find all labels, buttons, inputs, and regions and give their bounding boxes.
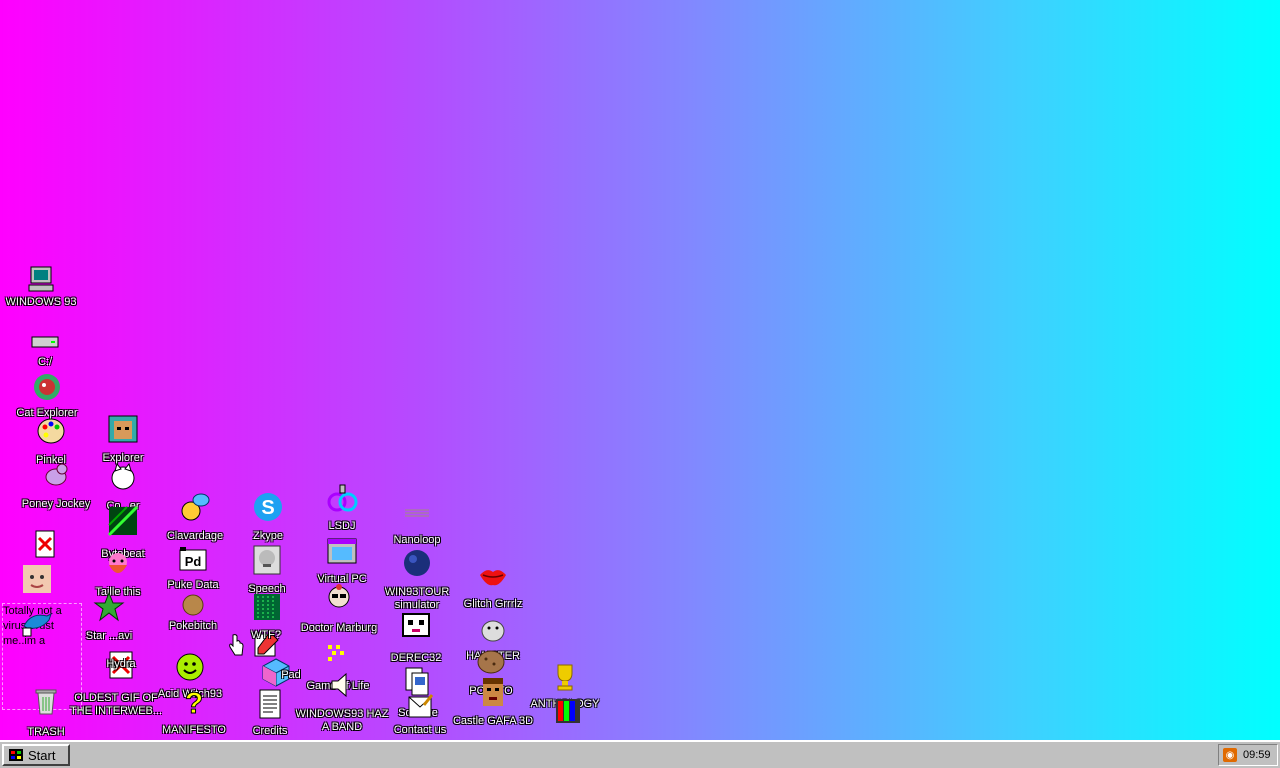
star-wave-icon <box>92 590 126 624</box>
window-icon <box>325 535 359 569</box>
svg-text:Pd: Pd <box>185 554 202 569</box>
pd-icon: Pd <box>176 543 210 577</box>
nanoloop-icon <box>400 496 434 530</box>
windows93-label: WINDOWS 93 <box>5 296 77 308</box>
taskbar: Start ◉ 09:59 <box>0 740 1280 768</box>
start-label: Start <box>28 747 56 763</box>
document-text-icon <box>253 687 287 721</box>
windows-logo-icon <box>9 749 23 761</box>
contact-us-label: Contact us <box>393 724 447 736</box>
cat-icon <box>106 460 140 494</box>
c-drive-shortcut[interactable]: C:/ <box>0 326 93 370</box>
robot-screen-icon <box>399 610 433 644</box>
svg-text:?: ? <box>185 687 203 717</box>
poke-icon <box>176 588 210 622</box>
rss-icon[interactable]: ◉ <box>1223 748 1237 762</box>
bytebeat-icon <box>106 504 140 538</box>
potato-icon <box>474 645 508 679</box>
windows93-icon-shortcut[interactable]: WINDOWS 93 <box>0 262 89 326</box>
letter-pen-icon <box>403 690 437 724</box>
lips-icon <box>476 560 510 594</box>
start-button[interactable]: Start <box>2 744 70 766</box>
contact-us-shortcut[interactable]: Contact us <box>372 690 468 740</box>
trophy-icon <box>548 660 582 694</box>
trash-shortcut[interactable]: TRASH <box>0 684 94 740</box>
drive-icon <box>28 326 62 360</box>
speech-face-icon <box>250 543 284 577</box>
hand-cursor-icon <box>229 634 244 656</box>
document-icon <box>28 527 62 561</box>
doctor-icon <box>322 582 356 616</box>
face-window-icon <box>106 412 140 446</box>
chat-icon <box>178 490 212 524</box>
blob-icon <box>400 546 434 580</box>
color-bars-shortcut[interactable] <box>520 694 616 734</box>
hamster-icon <box>476 612 510 646</box>
clock: 09:59 <box>1243 749 1271 761</box>
c-drive-label: C:/ <box>37 356 53 368</box>
question-icon: ? <box>177 684 211 718</box>
lsdj-icon <box>325 482 359 516</box>
pony-icon <box>39 458 73 492</box>
svg-text:S: S <box>261 497 274 519</box>
smiley-icon <box>173 650 207 684</box>
trash-label: TRASH <box>27 726 65 738</box>
bearded-face-icon <box>101 548 135 582</box>
computer-icon <box>24 262 58 296</box>
dolphin-icon <box>21 606 55 640</box>
palette-icon <box>34 414 68 448</box>
doom-face-icon <box>476 675 510 709</box>
color-bars-icon <box>551 694 585 728</box>
matrix-icon <box>250 590 284 624</box>
system-tray: ◉ 09:59 <box>1218 744 1278 766</box>
desktop: WINDOWS 93 C:/ Cat Explorer Pinkel Explo… <box>0 0 1280 740</box>
cat-explorer-icon <box>30 370 64 404</box>
zkype-icon: S <box>251 490 285 524</box>
recycle-bin-icon <box>29 684 63 718</box>
face-photo-icon <box>20 562 54 596</box>
speaker-icon <box>325 668 359 702</box>
